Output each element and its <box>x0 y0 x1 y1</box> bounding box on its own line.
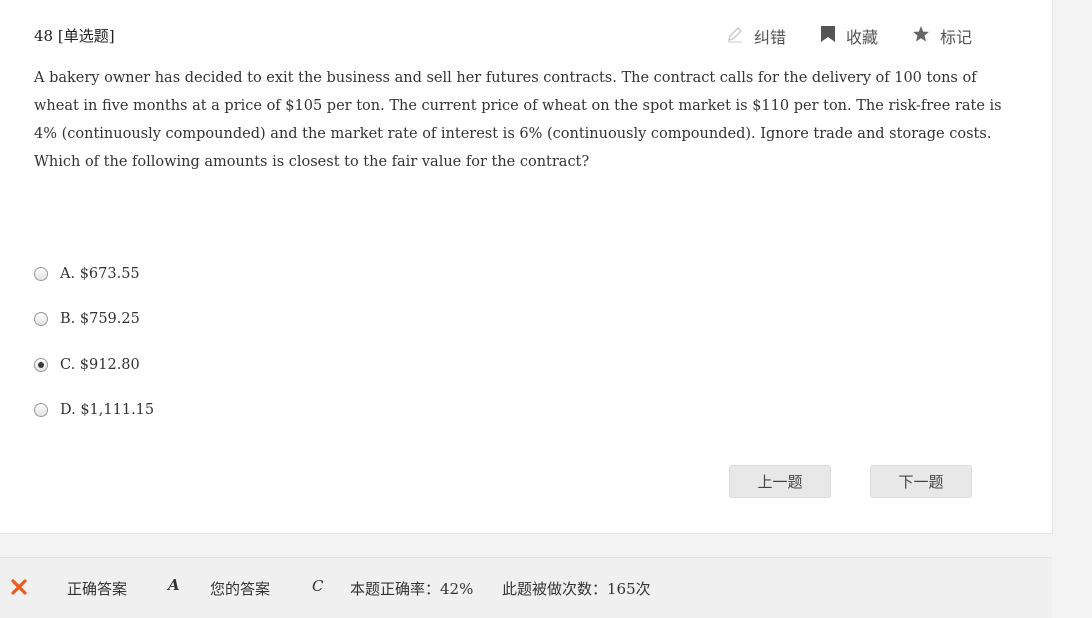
question-card: 48 [单选题] 纠错 收藏 标记 A bakery owner has dec… <box>0 0 1053 534</box>
accuracy-text: 本题正确率：42% <box>350 580 474 598</box>
favorite-label: 收藏 <box>845 28 878 47</box>
option-b-radio[interactable] <box>34 312 48 326</box>
mark-button[interactable]: 标记 <box>912 24 972 48</box>
option-c-label: C. $912.80 <box>60 357 140 373</box>
correct-answer-label: 正确答案 <box>67 580 128 598</box>
correct-answer-value: A <box>168 576 180 594</box>
your-answer-value: C <box>312 577 324 595</box>
option-a-label: A. $673.55 <box>60 266 140 282</box>
question-number: 48 [单选题] <box>34 27 115 45</box>
option-c-radio[interactable] <box>34 358 48 372</box>
your-answer-label: 您的答案 <box>210 580 271 598</box>
report-error-button[interactable]: 纠错 <box>726 24 786 48</box>
wrong-x-icon <box>10 578 28 600</box>
option-b[interactable]: B. $759.25 <box>34 311 140 327</box>
prev-question-button[interactable]: 上一题 <box>729 465 831 498</box>
option-a[interactable]: A. $673.55 <box>34 266 140 282</box>
attempts-text: 此题被做次数：165次 <box>502 580 651 598</box>
question-tools: 纠错 收藏 标记 <box>692 24 972 48</box>
next-question-button[interactable]: 下一题 <box>870 465 972 498</box>
favorite-button[interactable]: 收藏 <box>820 24 878 48</box>
star-icon <box>912 25 940 47</box>
pencil-icon <box>726 25 754 47</box>
option-d[interactable]: D. $1,111.15 <box>34 402 154 418</box>
result-bar: 正确答案 A 您的答案 C 本题正确率：42% 此题被做次数：165次 <box>0 557 1052 618</box>
option-d-radio[interactable] <box>34 403 48 417</box>
question-text: A bakery owner has decided to exit the b… <box>34 70 1002 170</box>
mark-label: 标记 <box>939 28 972 47</box>
option-c[interactable]: C. $912.80 <box>34 357 140 373</box>
bookmark-icon <box>820 25 846 47</box>
report-error-label: 纠错 <box>753 28 786 47</box>
option-d-label: D. $1,111.15 <box>60 402 155 418</box>
option-a-radio[interactable] <box>34 267 48 281</box>
option-b-label: B. $759.25 <box>60 311 140 327</box>
